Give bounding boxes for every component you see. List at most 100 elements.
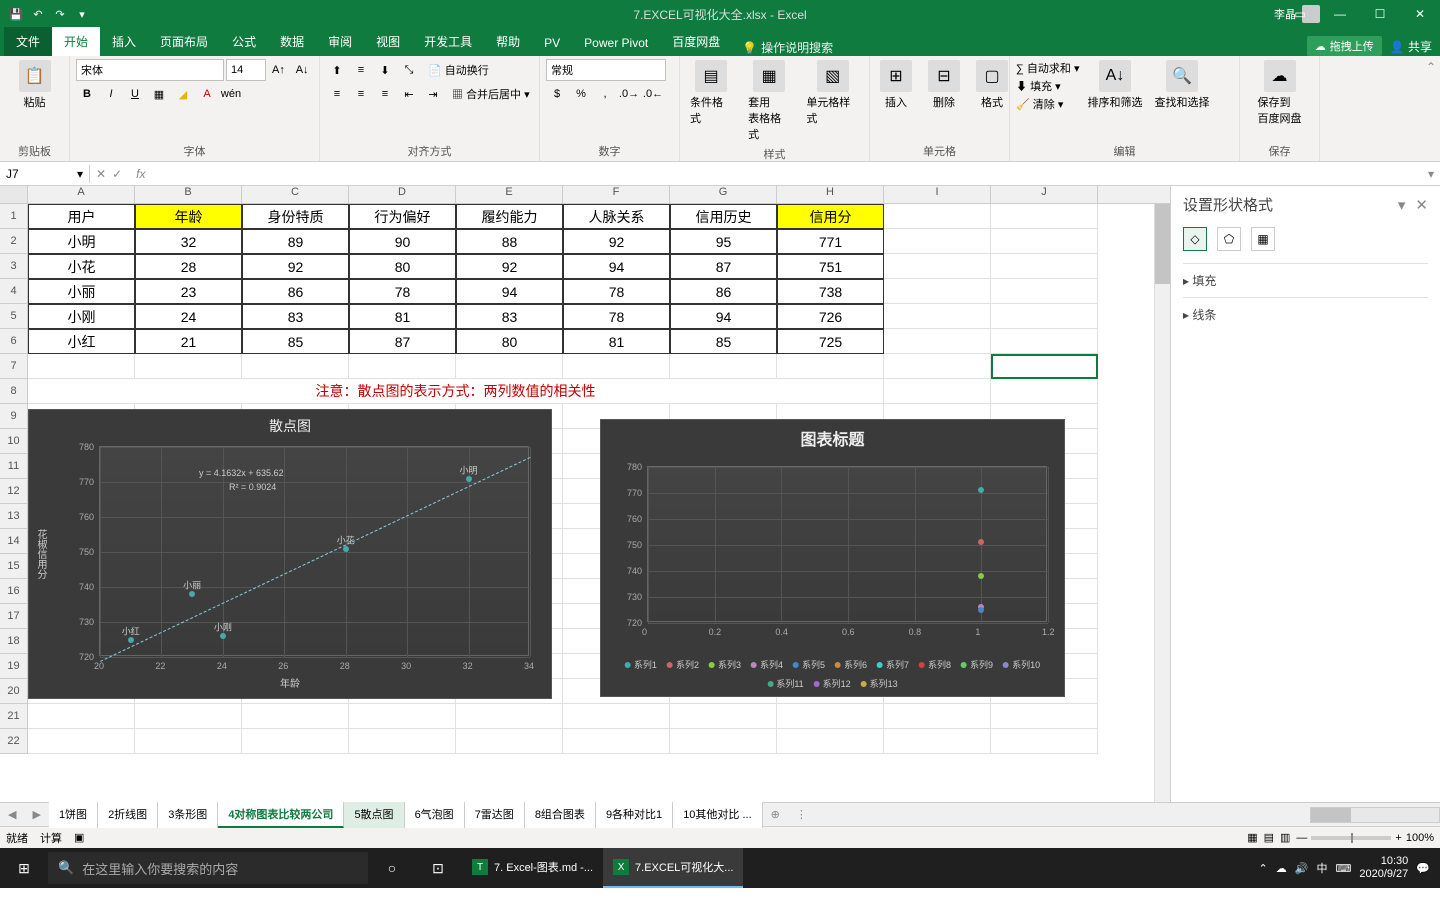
cell[interactable]: 83 bbox=[242, 304, 349, 329]
cell[interactable] bbox=[349, 354, 456, 379]
cell[interactable] bbox=[884, 254, 991, 279]
row-header[interactable]: 15 bbox=[0, 554, 28, 579]
cell[interactable] bbox=[670, 729, 777, 754]
row-header[interactable]: 9 bbox=[0, 404, 28, 429]
taskbar-task[interactable]: T7. Excel-图表.md -... bbox=[462, 848, 603, 888]
zoom-slider[interactable] bbox=[1311, 836, 1391, 840]
notifications-icon[interactable]: 💬 bbox=[1416, 862, 1430, 875]
font-color-icon[interactable]: A bbox=[196, 83, 218, 105]
cell[interactable] bbox=[884, 304, 991, 329]
cell-styles-button[interactable]: ▧单元格样式 bbox=[800, 58, 865, 144]
cancel-icon[interactable]: ✕ bbox=[96, 167, 106, 181]
expand-formula-icon[interactable]: ▾ bbox=[1422, 167, 1440, 181]
cell[interactable]: 24 bbox=[135, 304, 242, 329]
cell[interactable]: 23 bbox=[135, 279, 242, 304]
fill-button[interactable]: ⬇ 填充 ▾ bbox=[1016, 78, 1079, 94]
cell[interactable]: 小红 bbox=[28, 329, 135, 354]
sheet-tab[interactable]: 5散点图 bbox=[344, 802, 404, 828]
cell[interactable]: 21 bbox=[135, 329, 242, 354]
col-header[interactable]: F bbox=[563, 186, 670, 203]
cell[interactable]: 92 bbox=[242, 254, 349, 279]
row-header[interactable]: 17 bbox=[0, 604, 28, 629]
col-header[interactable]: C bbox=[242, 186, 349, 203]
tab-insert[interactable]: 插入 bbox=[100, 27, 148, 56]
row-header[interactable]: 18 bbox=[0, 629, 28, 654]
decrease-font-icon[interactable]: A↓ bbox=[291, 59, 313, 81]
horizontal-scrollbar[interactable] bbox=[1310, 807, 1440, 823]
cell[interactable] bbox=[670, 704, 777, 729]
cell[interactable] bbox=[28, 729, 135, 754]
cell[interactable] bbox=[991, 379, 1098, 404]
sheet-nav-prev-icon[interactable]: ◀ bbox=[0, 808, 24, 821]
cortana-icon[interactable]: ○ bbox=[370, 848, 414, 888]
cell[interactable] bbox=[991, 229, 1098, 254]
sheet-tab[interactable]: 9各种对比1 bbox=[596, 802, 673, 828]
row-header[interactable]: 11 bbox=[0, 454, 28, 479]
tab-home[interactable]: 开始 bbox=[52, 27, 100, 56]
align-right-icon[interactable]: ≡ bbox=[374, 83, 396, 105]
number-format-combo[interactable]: 常规 bbox=[546, 59, 666, 81]
collapse-ribbon-icon[interactable]: ⌃ bbox=[1422, 56, 1440, 161]
cell[interactable]: 94 bbox=[670, 304, 777, 329]
cell[interactable]: 小丽 bbox=[28, 279, 135, 304]
onedrive-icon[interactable]: ☁ bbox=[1276, 862, 1287, 875]
cell[interactable]: 87 bbox=[670, 254, 777, 279]
fx-icon[interactable]: fx bbox=[128, 167, 153, 181]
paste-button[interactable]: 📋 粘贴 bbox=[4, 58, 65, 112]
col-header[interactable]: J bbox=[991, 186, 1098, 203]
row-header[interactable]: 1 bbox=[0, 204, 28, 229]
cell[interactable]: 725 bbox=[777, 329, 884, 354]
cell[interactable]: 32 bbox=[135, 229, 242, 254]
comma-icon[interactable]: , bbox=[594, 83, 616, 105]
cell[interactable]: 小刚 bbox=[28, 304, 135, 329]
cell[interactable]: 注意：散点图的表示方式：两列数值的相关性 bbox=[28, 379, 884, 404]
task-view-icon[interactable]: ⊡ bbox=[416, 848, 460, 888]
tab-file[interactable]: 文件 bbox=[4, 27, 52, 56]
delete-cells-button[interactable]: ⊟删除 bbox=[922, 58, 966, 112]
cell[interactable]: 751 bbox=[777, 254, 884, 279]
new-sheet-icon[interactable]: ⊕ bbox=[763, 808, 788, 821]
cell[interactable] bbox=[884, 704, 991, 729]
tab-layout[interactable]: 页面布局 bbox=[148, 27, 220, 56]
cell[interactable] bbox=[991, 704, 1098, 729]
name-box[interactable]: J7 ▾ bbox=[0, 165, 90, 183]
merge-center-button[interactable]: ▦ 合并后居中 ▾ bbox=[446, 86, 530, 102]
accordion-fill[interactable]: ▸ 填充 bbox=[1183, 263, 1428, 297]
cell[interactable] bbox=[991, 254, 1098, 279]
sheet-tab[interactable]: 10其他对比 ... bbox=[673, 802, 762, 828]
cell[interactable] bbox=[884, 229, 991, 254]
tab-data[interactable]: 数据 bbox=[268, 27, 316, 56]
pane-close-icon[interactable]: ✕ bbox=[1415, 196, 1428, 214]
cell[interactable]: 88 bbox=[456, 229, 563, 254]
cell[interactable]: 信用历史 bbox=[670, 204, 777, 229]
cell[interactable] bbox=[135, 354, 242, 379]
cell[interactable]: 738 bbox=[777, 279, 884, 304]
tab-view[interactable]: 视图 bbox=[364, 27, 412, 56]
col-header[interactable]: H bbox=[777, 186, 884, 203]
align-middle-icon[interactable]: ≡ bbox=[350, 59, 372, 81]
scroll-thumb[interactable] bbox=[1155, 204, 1170, 284]
keyboard-icon[interactable]: ⌨ bbox=[1335, 862, 1351, 875]
cell[interactable] bbox=[991, 354, 1098, 379]
cell[interactable] bbox=[242, 729, 349, 754]
row-header[interactable]: 2 bbox=[0, 229, 28, 254]
pane-dropdown-icon[interactable]: ▾ bbox=[1398, 196, 1406, 214]
cell[interactable]: 小明 bbox=[28, 229, 135, 254]
col-header[interactable]: E bbox=[456, 186, 563, 203]
orientation-icon[interactable]: ⤡ bbox=[398, 59, 420, 81]
cell[interactable] bbox=[991, 279, 1098, 304]
insert-cells-button[interactable]: ⊞插入 bbox=[874, 58, 918, 112]
scatter-chart-1[interactable]: 散点图 花椒信用分 720730740750760770780202224262… bbox=[28, 409, 552, 699]
cell[interactable]: 人脉关系 bbox=[563, 204, 670, 229]
save-icon[interactable]: 💾 bbox=[8, 6, 24, 22]
page-break-icon[interactable]: ▥ bbox=[1280, 831, 1290, 844]
col-header[interactable]: I bbox=[884, 186, 991, 203]
sort-filter-button[interactable]: A↓排序和筛选 bbox=[1081, 58, 1148, 114]
cell[interactable]: 92 bbox=[563, 229, 670, 254]
cell[interactable] bbox=[135, 704, 242, 729]
cell[interactable] bbox=[991, 729, 1098, 754]
row-header[interactable]: 22 bbox=[0, 729, 28, 754]
cell[interactable]: 726 bbox=[777, 304, 884, 329]
cell[interactable] bbox=[28, 354, 135, 379]
sheet-tab[interactable]: 8组合图表 bbox=[525, 802, 596, 828]
